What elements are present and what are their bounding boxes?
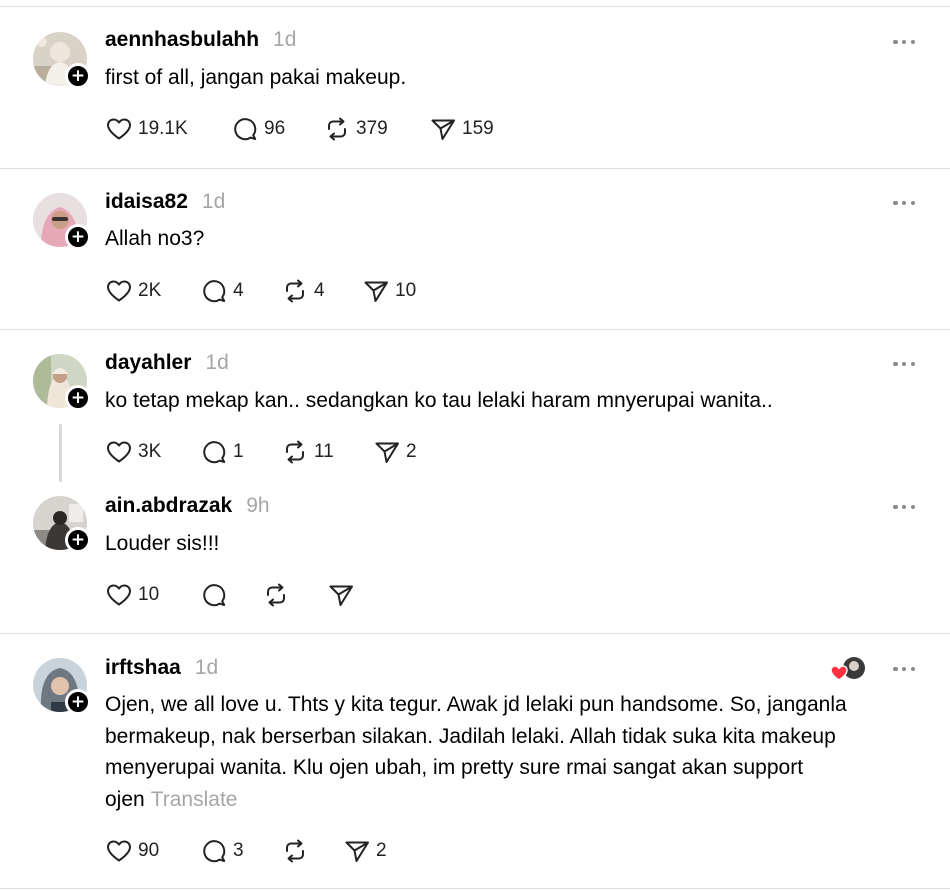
share-button[interactable]: 10: [362, 276, 416, 306]
like-count: 90: [138, 840, 160, 861]
reply-button[interactable]: 1: [200, 437, 244, 467]
like-count: 3K: [138, 441, 162, 462]
divider: [0, 168, 950, 169]
follow-plus-icon[interactable]: +: [65, 689, 91, 715]
reply-button[interactable]: 4: [200, 276, 244, 306]
like-button[interactable]: 2K: [105, 276, 161, 306]
divider: [0, 329, 950, 330]
comment-icon: [200, 581, 228, 609]
repost-icon: [281, 277, 309, 305]
repost-count: 4: [314, 280, 325, 301]
translate-link[interactable]: Translate: [151, 788, 238, 811]
heart-icon: [105, 837, 133, 865]
more-options-icon[interactable]: [893, 664, 915, 674]
repost-button[interactable]: 4: [281, 276, 325, 306]
more-options-icon[interactable]: [893, 502, 915, 512]
comment-text: ko tetap mekap kan.. sedangkan ko tau le…: [105, 389, 773, 412]
timestamp: 1d: [201, 190, 226, 213]
comment-line: bermakeup, nak berserban silakan. Jadila…: [105, 724, 836, 748]
share-count: 2: [406, 441, 417, 462]
comment-line-last: ojen Translate: [105, 784, 925, 816]
share-count: 10: [395, 280, 417, 301]
thread-connector-line: [59, 424, 62, 482]
divider: [0, 6, 950, 7]
reply-button[interactable]: [200, 580, 233, 610]
liked-by-author-indicator[interactable]: [830, 655, 868, 683]
username[interactable]: idaisa82: [105, 190, 188, 214]
share-button[interactable]: 2: [343, 836, 387, 866]
comment-text: first of all, jangan pakai makeup.: [105, 66, 407, 89]
username[interactable]: dayahler: [105, 351, 191, 375]
comment-text: Ojen, we all love u. Thts y kita tegur. …: [105, 689, 925, 815]
timestamp: 9h: [246, 494, 270, 517]
more-options-icon[interactable]: [893, 359, 915, 369]
follow-plus-icon[interactable]: +: [65, 385, 91, 411]
divider: [0, 888, 950, 889]
share-button[interactable]: 159: [429, 114, 494, 144]
avatar[interactable]: +: [33, 496, 91, 553]
reply-count: 4: [233, 280, 244, 301]
follow-plus-icon[interactable]: +: [65, 224, 91, 250]
reply-count: 3: [233, 840, 244, 861]
send-icon: [373, 438, 401, 466]
repost-button[interactable]: 11: [281, 437, 334, 467]
like-button[interactable]: 90: [105, 836, 159, 866]
timestamp: 1d: [205, 351, 229, 374]
repost-icon: [323, 115, 351, 143]
username[interactable]: aennhasbulahh: [105, 28, 259, 52]
send-icon: [429, 115, 457, 143]
comment-icon: [200, 837, 228, 865]
heart-icon: [105, 581, 133, 609]
more-options-icon[interactable]: [893, 37, 915, 47]
divider: [0, 633, 950, 634]
send-icon: [343, 837, 371, 865]
send-icon: [327, 581, 355, 609]
share-count: 2: [376, 840, 387, 861]
username[interactable]: irftshaa: [105, 656, 181, 680]
like-count: 10: [138, 584, 160, 605]
comment-text: Allah no3?: [105, 227, 205, 250]
follow-plus-icon[interactable]: +: [65, 527, 91, 553]
like-count: 19.1K: [138, 118, 188, 139]
like-button[interactable]: 3K: [105, 437, 161, 467]
comment-text: Louder sis!!!: [105, 532, 220, 555]
comment-line: Ojen, we all love u. Thts y kita tegur. …: [105, 693, 847, 716]
share-button[interactable]: 2: [373, 437, 417, 467]
repost-count: 11: [314, 441, 334, 462]
comment-icon: [200, 277, 228, 305]
avatar[interactable]: +: [33, 193, 91, 250]
repost-button[interactable]: [281, 836, 314, 866]
comment-line: ojen: [105, 787, 145, 811]
reply-count: 1: [233, 441, 244, 462]
more-options-icon[interactable]: [893, 198, 915, 208]
repost-icon: [281, 837, 309, 865]
like-button[interactable]: 19.1K: [105, 114, 188, 144]
share-button[interactable]: [327, 580, 360, 610]
username[interactable]: ain.abdrazak: [105, 494, 232, 518]
repost-count: 379: [356, 118, 388, 139]
repost-icon: [262, 581, 290, 609]
heart-icon: [105, 115, 133, 143]
repost-button[interactable]: [262, 580, 295, 610]
timestamp: 1d: [194, 656, 219, 679]
avatar[interactable]: +: [33, 658, 91, 715]
send-icon: [362, 277, 390, 305]
comment-icon: [200, 438, 228, 466]
follow-plus-icon[interactable]: +: [65, 63, 91, 89]
heart-icon: [105, 277, 133, 305]
comment-icon: [231, 115, 259, 143]
avatar[interactable]: +: [33, 354, 91, 411]
timestamp: 1d: [273, 28, 297, 51]
like-button[interactable]: 10: [105, 580, 159, 610]
reply-count: 96: [264, 118, 286, 139]
comment-line: menyerupai wanita. Klu ojen ubah, im pre…: [105, 756, 804, 779]
share-count: 159: [462, 118, 494, 139]
avatar[interactable]: +: [33, 32, 91, 89]
reply-button[interactable]: 96: [231, 114, 285, 144]
like-count: 2K: [138, 280, 162, 301]
heart-icon: [105, 438, 133, 466]
repost-button[interactable]: 379: [323, 114, 388, 144]
repost-icon: [281, 438, 309, 466]
reply-button[interactable]: 3: [200, 836, 244, 866]
